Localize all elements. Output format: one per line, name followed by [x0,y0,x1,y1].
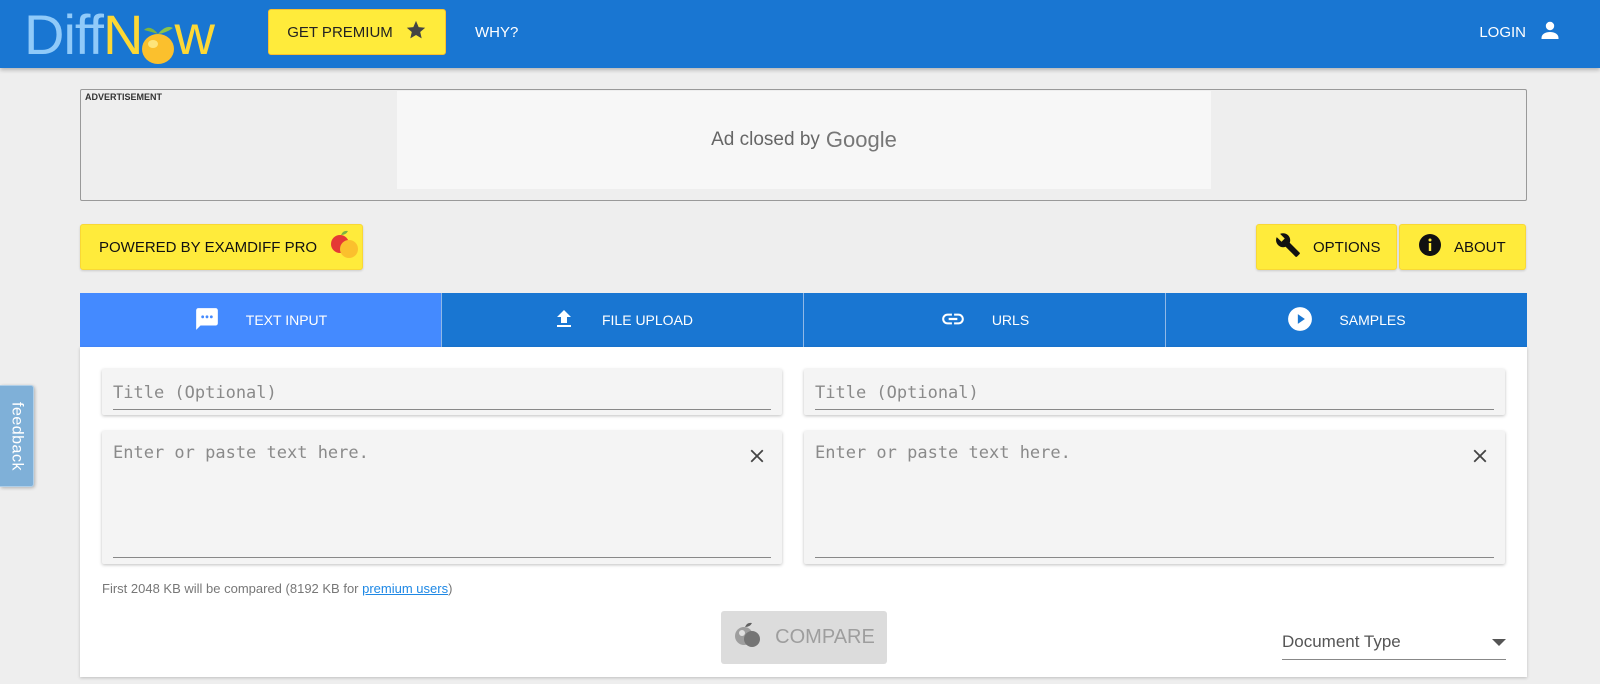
premium-users-link[interactable]: premium users [362,581,448,596]
left-title-field [102,369,782,415]
options-button[interactable]: OPTIONS [1256,224,1397,270]
login-label: LOGIN [1479,23,1526,41]
tab-file-upload[interactable]: FILE UPLOAD [442,293,804,347]
limit-prefix-text: First 2048 KB will be compared (8192 KB … [102,581,363,596]
tab-text-input-label: TEXT INPUT [245,312,328,328]
close-icon[interactable] [746,445,768,467]
right-title-underline [815,409,1494,410]
limit-suffix-text: ) [448,581,453,596]
top-app-bar: Diff N w GET PREMIUM WHY? LOGIN [0,0,1600,68]
tab-text-input[interactable]: TEXT INPUT [80,293,442,347]
logo-now-text: N w [103,2,215,67]
why-link[interactable]: WHY? [475,0,518,64]
right-text-field [804,431,1505,564]
input-mode-tabs: TEXT INPUT FILE UPLOAD URLS SAMPLES [80,293,1527,347]
person-icon [1538,18,1562,46]
tab-samples-label: SAMPLES [1339,312,1406,328]
feedback-tab[interactable]: feedback [0,385,34,487]
powered-by-examdiff-button[interactable]: POWERED BY EXAMDIFF PRO [80,224,363,270]
close-icon[interactable] [1469,445,1491,467]
text-input-panel: First 2048 KB will be compared (8192 KB … [80,347,1527,677]
fruit-icon [329,230,361,264]
right-title-field [804,369,1505,415]
advertisement-box: ADVERTISEMENT Ad closed by Google [80,89,1527,201]
options-label: OPTIONS [1313,238,1381,256]
logo-diff-text: Diff [24,2,104,66]
play-circle-icon [1287,306,1313,335]
diffnow-logo[interactable]: Diff N w [24,0,215,68]
get-premium-button[interactable]: GET PREMIUM [268,9,446,55]
right-text-input[interactable] [815,443,1415,543]
about-label: ABOUT [1454,238,1506,256]
compare-button[interactable]: COMPARE [721,611,887,664]
size-limit-note: First 2048 KB will be compared (8192 KB … [102,581,452,596]
tab-urls-label: URLS [991,312,1030,328]
tab-samples[interactable]: SAMPLES [1166,293,1527,347]
info-icon [1418,233,1442,261]
about-button[interactable]: ABOUT [1399,224,1526,270]
right-title-input[interactable] [815,381,1455,405]
logo-w-letter: w [174,2,214,66]
logo-n-letter: N [103,2,143,66]
left-text-input[interactable] [113,443,713,543]
chevron-down-icon [1492,632,1506,652]
right-text-underline [815,557,1494,558]
get-premium-label: GET PREMIUM [287,23,393,41]
feedback-label: feedback [8,401,26,471]
upload-icon [552,307,576,334]
fruit-grey-icon [733,620,763,656]
document-type-select[interactable]: Document Type [1282,624,1506,660]
advertisement-label: ADVERTISEMENT [85,92,163,102]
message-icon [194,306,220,335]
powered-by-label: POWERED BY EXAMDIFF PRO [99,238,318,256]
lemon-icon [140,14,176,64]
left-text-underline [113,557,771,558]
link-icon [940,306,966,335]
compare-label: COMPARE [775,626,875,648]
tab-urls[interactable]: URLS [804,293,1166,347]
document-type-label: Document Type [1282,631,1401,651]
login-button[interactable]: LOGIN [1479,0,1562,64]
star-icon [405,19,427,45]
left-text-field [102,431,782,564]
left-title-underline [113,409,771,410]
ad-closed-text: Ad closed by [711,129,820,150]
wrench-icon [1275,232,1301,262]
ad-closed-panel[interactable]: Ad closed by Google [397,91,1211,189]
tab-file-upload-label: FILE UPLOAD [601,312,694,328]
left-title-input[interactable] [113,381,753,405]
google-brand-text: Google [825,127,897,152]
